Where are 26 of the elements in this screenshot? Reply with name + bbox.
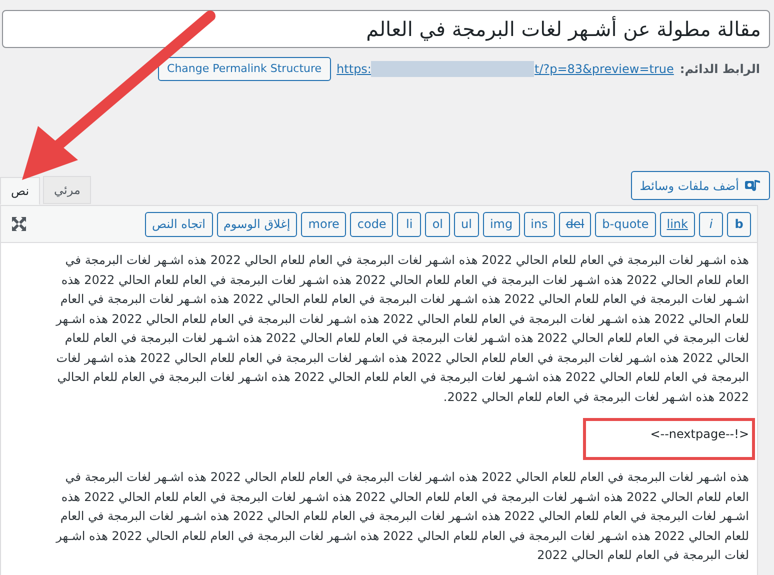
toolbar-button[interactable]: link: [660, 212, 695, 236]
toolbar-button[interactable]: i: [699, 212, 723, 236]
fullscreen-icon[interactable]: [11, 216, 27, 232]
toolbar-button[interactable]: li: [397, 212, 422, 236]
permalink-label: الرابط الدائم:: [680, 61, 760, 78]
toolbar-button[interactable]: b-quote: [595, 212, 656, 236]
toolbar-button[interactable]: del: [558, 212, 592, 236]
title-field[interactable]: مقالة مطولة عن أشـهر لغات البرمجة في العالم: [2, 10, 770, 48]
toolbar-button[interactable]: b: [727, 212, 751, 236]
nextpage-tag: <!--nextpage-->: [650, 425, 749, 444]
toolbar-button[interactable]: more: [301, 212, 346, 236]
toolbar-button[interactable]: ol: [425, 212, 450, 236]
paragraph: هذه اشـهر لغات البرمجة في العام للعام الحالي 2022 هذه اشـهر لغات البرمجة في العام للعام الحالي 2022 هذه اشـهر لغات البرمجة في العام للعام الحالي 2022 هذه اشـهر لغات البرمجة في العام للعام الحالي 2022 هذه اشـهر لغات البرمجة في العام للعام الحالي 2022 هذه اشـهر لغات البرمجة في العام للعام الحالي 2022 هذه اشـهر لغات البرمجة في العام للعام الحالي 2022 هذه اشـهر لغات البرمجة في العام للعام الحالي 2022 هذه اشـهر لغات البرمجة في العام للعام الحالي 2022 هذه اشـهر لغات البرمجة في العام للعام الحالي 2022 هذه اشـهر لغات البرمجة في العام للعام الحالي 2022 هذه اشـهر لغات البرمجة في العام للعام الحالي 2022 هذه اشـهر لغات البرمجة في العام للعام الحالي 2022 هذه اشـهر لغات البرمجة في العام للعام الحالي 2022 هذه اشـهر لغات البرمجة في العام للعام الحالي 2022 هذه اشـهر لغات البرمجة في العام للعام الحالي 2022 هذه اشـهر لغات البرمجة في العام للعام الحالي 2022 هذه اشـهر لغات البرمجة في العام للعام الحالي 2022 هذه اشـهر لغات البرمجة في العام للعام الحالي 2022.: [54, 252, 749, 406]
toolbar-button[interactable]: img: [482, 212, 520, 236]
toolbar-button[interactable]: ins: [524, 212, 555, 236]
add-media-button[interactable]: أضف ملفات وسائط: [630, 171, 770, 200]
permalink-link[interactable]: https: t/?p=83&preview=true: [336, 60, 674, 78]
toolbar-button[interactable]: اتجاه النص: [145, 212, 212, 236]
toolbar-button[interactable]: code: [350, 212, 394, 236]
editor-tab[interactable]: نص: [0, 177, 40, 205]
paragraph: هذه اشـهر لغات البرمجة في العام للعام الحالي 2022 هذه اشـهر لغات البرمجة في العام للعام الحالي 2022 هذه اشـهر لغات البرمجة في العام للعام الحالي 2022 هذه اشـهر لغات البرمجة في العام للعام الحالي 2022 هذه اشـهر لغات البرمجة في العام للعام الحالي 2022 هذه اشـهر لغات البرمجة في العام للعام الحالي 2022 هذه اشـهر لغات البرمجة في العام للعام الحالي 2022 هذه اشـهر لغات البرمجة في العام للعام الحالي 2022 هذه اشـهر لغات البرمجة في العام للعام الحالي 2022 هذه اشـهر لغات البرمجة في العام للعام الحالي 2022 هذه اشـهر لغات البرمجة في العام للعام الحالي 2022: [54, 469, 749, 564]
toolbar-button[interactable]: إغلاق الوسوم: [216, 212, 298, 236]
toolbar-button[interactable]: ul: [454, 212, 479, 236]
change-permalink-button[interactable]: Change Permalink Structure: [158, 57, 331, 81]
editor-tab[interactable]: مرئي: [43, 176, 92, 204]
media-icon: [745, 178, 761, 192]
